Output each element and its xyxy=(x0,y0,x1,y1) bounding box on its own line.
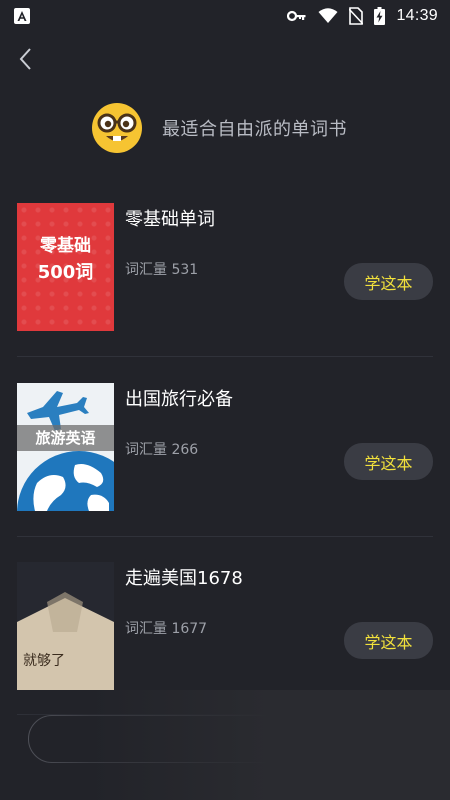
cover-label: 旅游英语 xyxy=(17,425,114,451)
no-sim-icon xyxy=(349,7,364,25)
bottom-action-button[interactable] xyxy=(28,715,410,763)
book-word-count: 词汇量 1677 xyxy=(125,621,208,637)
learn-this-button[interactable]: 学这本 xyxy=(344,263,433,300)
nerd-face-emoji-icon xyxy=(92,103,142,153)
learn-this-button[interactable]: 学这本 xyxy=(344,443,433,480)
cover-label: 就够了 xyxy=(23,653,65,669)
wifi-icon xyxy=(318,8,338,23)
book-title: 零基础单词 xyxy=(125,209,215,230)
header-title: 最适合自由派的单词书 xyxy=(162,119,347,140)
book-item[interactable]: 旅游英语 出国旅行必备 词汇量 266 学这本 xyxy=(17,383,433,511)
book-item[interactable]: 零基础 500词 零基础单词 词汇量 531 学这本 xyxy=(17,203,433,331)
back-button[interactable] xyxy=(12,44,38,74)
list-header: 最适合自由派的单词书 xyxy=(90,100,347,156)
chevron-left-icon xyxy=(19,48,31,70)
key-icon xyxy=(287,10,306,22)
book-word-count: 词汇量 531 xyxy=(125,262,199,278)
book-word-count: 词汇量 266 xyxy=(125,442,199,458)
status-time: 14:39 xyxy=(396,7,438,24)
book-cover: 零基础 500词 xyxy=(17,203,114,331)
divider xyxy=(17,356,433,357)
cover-title-line2: 500词 xyxy=(37,262,94,283)
cover-title-line1: 零基础 xyxy=(40,236,91,256)
status-bar: 14:39 xyxy=(0,0,450,32)
book-title: 出国旅行必备 xyxy=(125,389,233,410)
book-title: 走遍美国1678 xyxy=(125,568,243,589)
app-badge-icon xyxy=(14,8,30,24)
book-cover: 就够了 xyxy=(17,562,114,690)
divider xyxy=(17,536,433,537)
book-item[interactable]: 就够了 走遍美国1678 词汇量 1677 学这本 xyxy=(17,562,433,690)
learn-this-button[interactable]: 学这本 xyxy=(344,622,433,659)
book-cover: 旅游英语 xyxy=(17,383,114,511)
battery-charging-icon xyxy=(374,7,386,25)
